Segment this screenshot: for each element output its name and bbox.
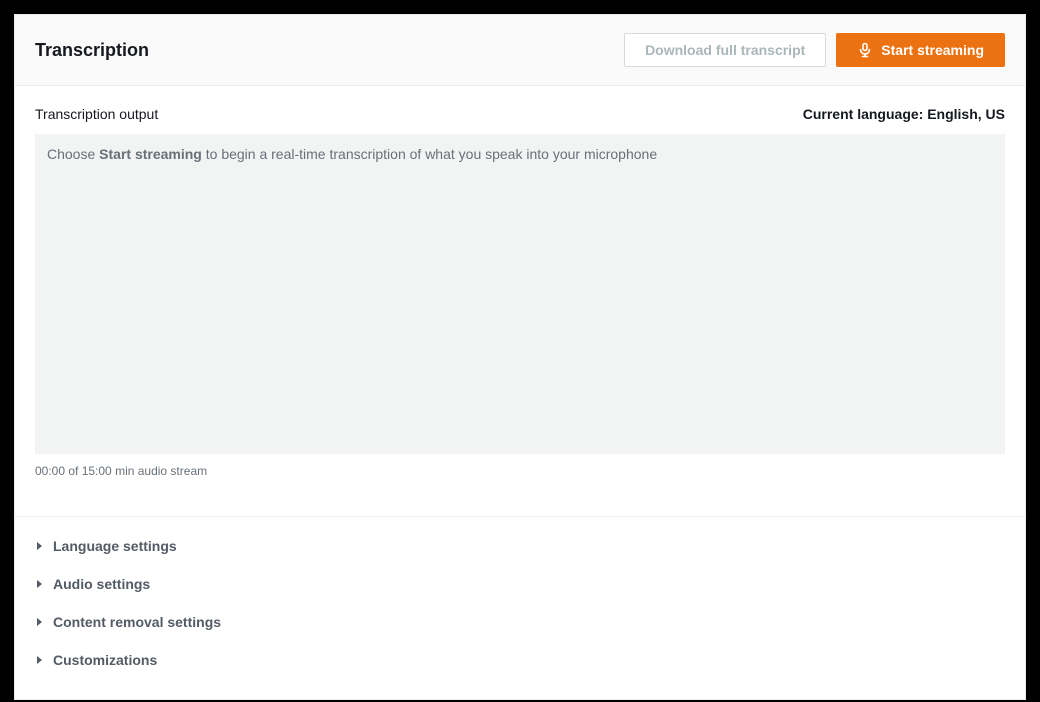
expandable-language-settings[interactable]: Language settings	[35, 527, 1005, 565]
page-title: Transcription	[35, 40, 149, 61]
expandable-audio-settings[interactable]: Audio settings	[35, 565, 1005, 603]
expandable-label: Content removal settings	[53, 614, 221, 630]
header-actions: Download full transcript Start streaming	[624, 33, 1005, 67]
current-language-label: Current language: English, US	[803, 106, 1005, 122]
placeholder-prefix: Choose	[47, 146, 99, 162]
stream-duration-text: 00:00 of 15:00 min audio stream	[35, 464, 1005, 478]
expandable-label: Customizations	[53, 652, 157, 668]
microphone-icon	[857, 42, 873, 58]
caret-right-icon	[35, 579, 45, 589]
expandable-content-removal-settings[interactable]: Content removal settings	[35, 603, 1005, 641]
transcription-panel: Transcription Download full transcript S…	[14, 14, 1026, 700]
output-label: Transcription output	[35, 106, 158, 122]
caret-right-icon	[35, 655, 45, 665]
start-streaming-button-label: Start streaming	[881, 40, 984, 60]
download-transcript-button[interactable]: Download full transcript	[624, 33, 826, 67]
expandable-label: Language settings	[53, 538, 177, 554]
caret-right-icon	[35, 617, 45, 627]
start-streaming-button[interactable]: Start streaming	[836, 33, 1005, 67]
output-header: Transcription output Current language: E…	[35, 106, 1005, 122]
placeholder-bold: Start streaming	[99, 146, 202, 162]
expandable-customizations[interactable]: Customizations	[35, 641, 1005, 679]
transcription-output-area: Choose Start streaming to begin a real-t…	[35, 134, 1005, 454]
panel-body: Transcription output Current language: E…	[15, 86, 1025, 498]
expandable-label: Audio settings	[53, 576, 150, 592]
settings-section: Language settings Audio settings Content…	[15, 517, 1025, 699]
caret-right-icon	[35, 541, 45, 551]
placeholder-suffix: to begin a real-time transcription of wh…	[202, 146, 657, 162]
panel-header: Transcription Download full transcript S…	[15, 15, 1025, 86]
